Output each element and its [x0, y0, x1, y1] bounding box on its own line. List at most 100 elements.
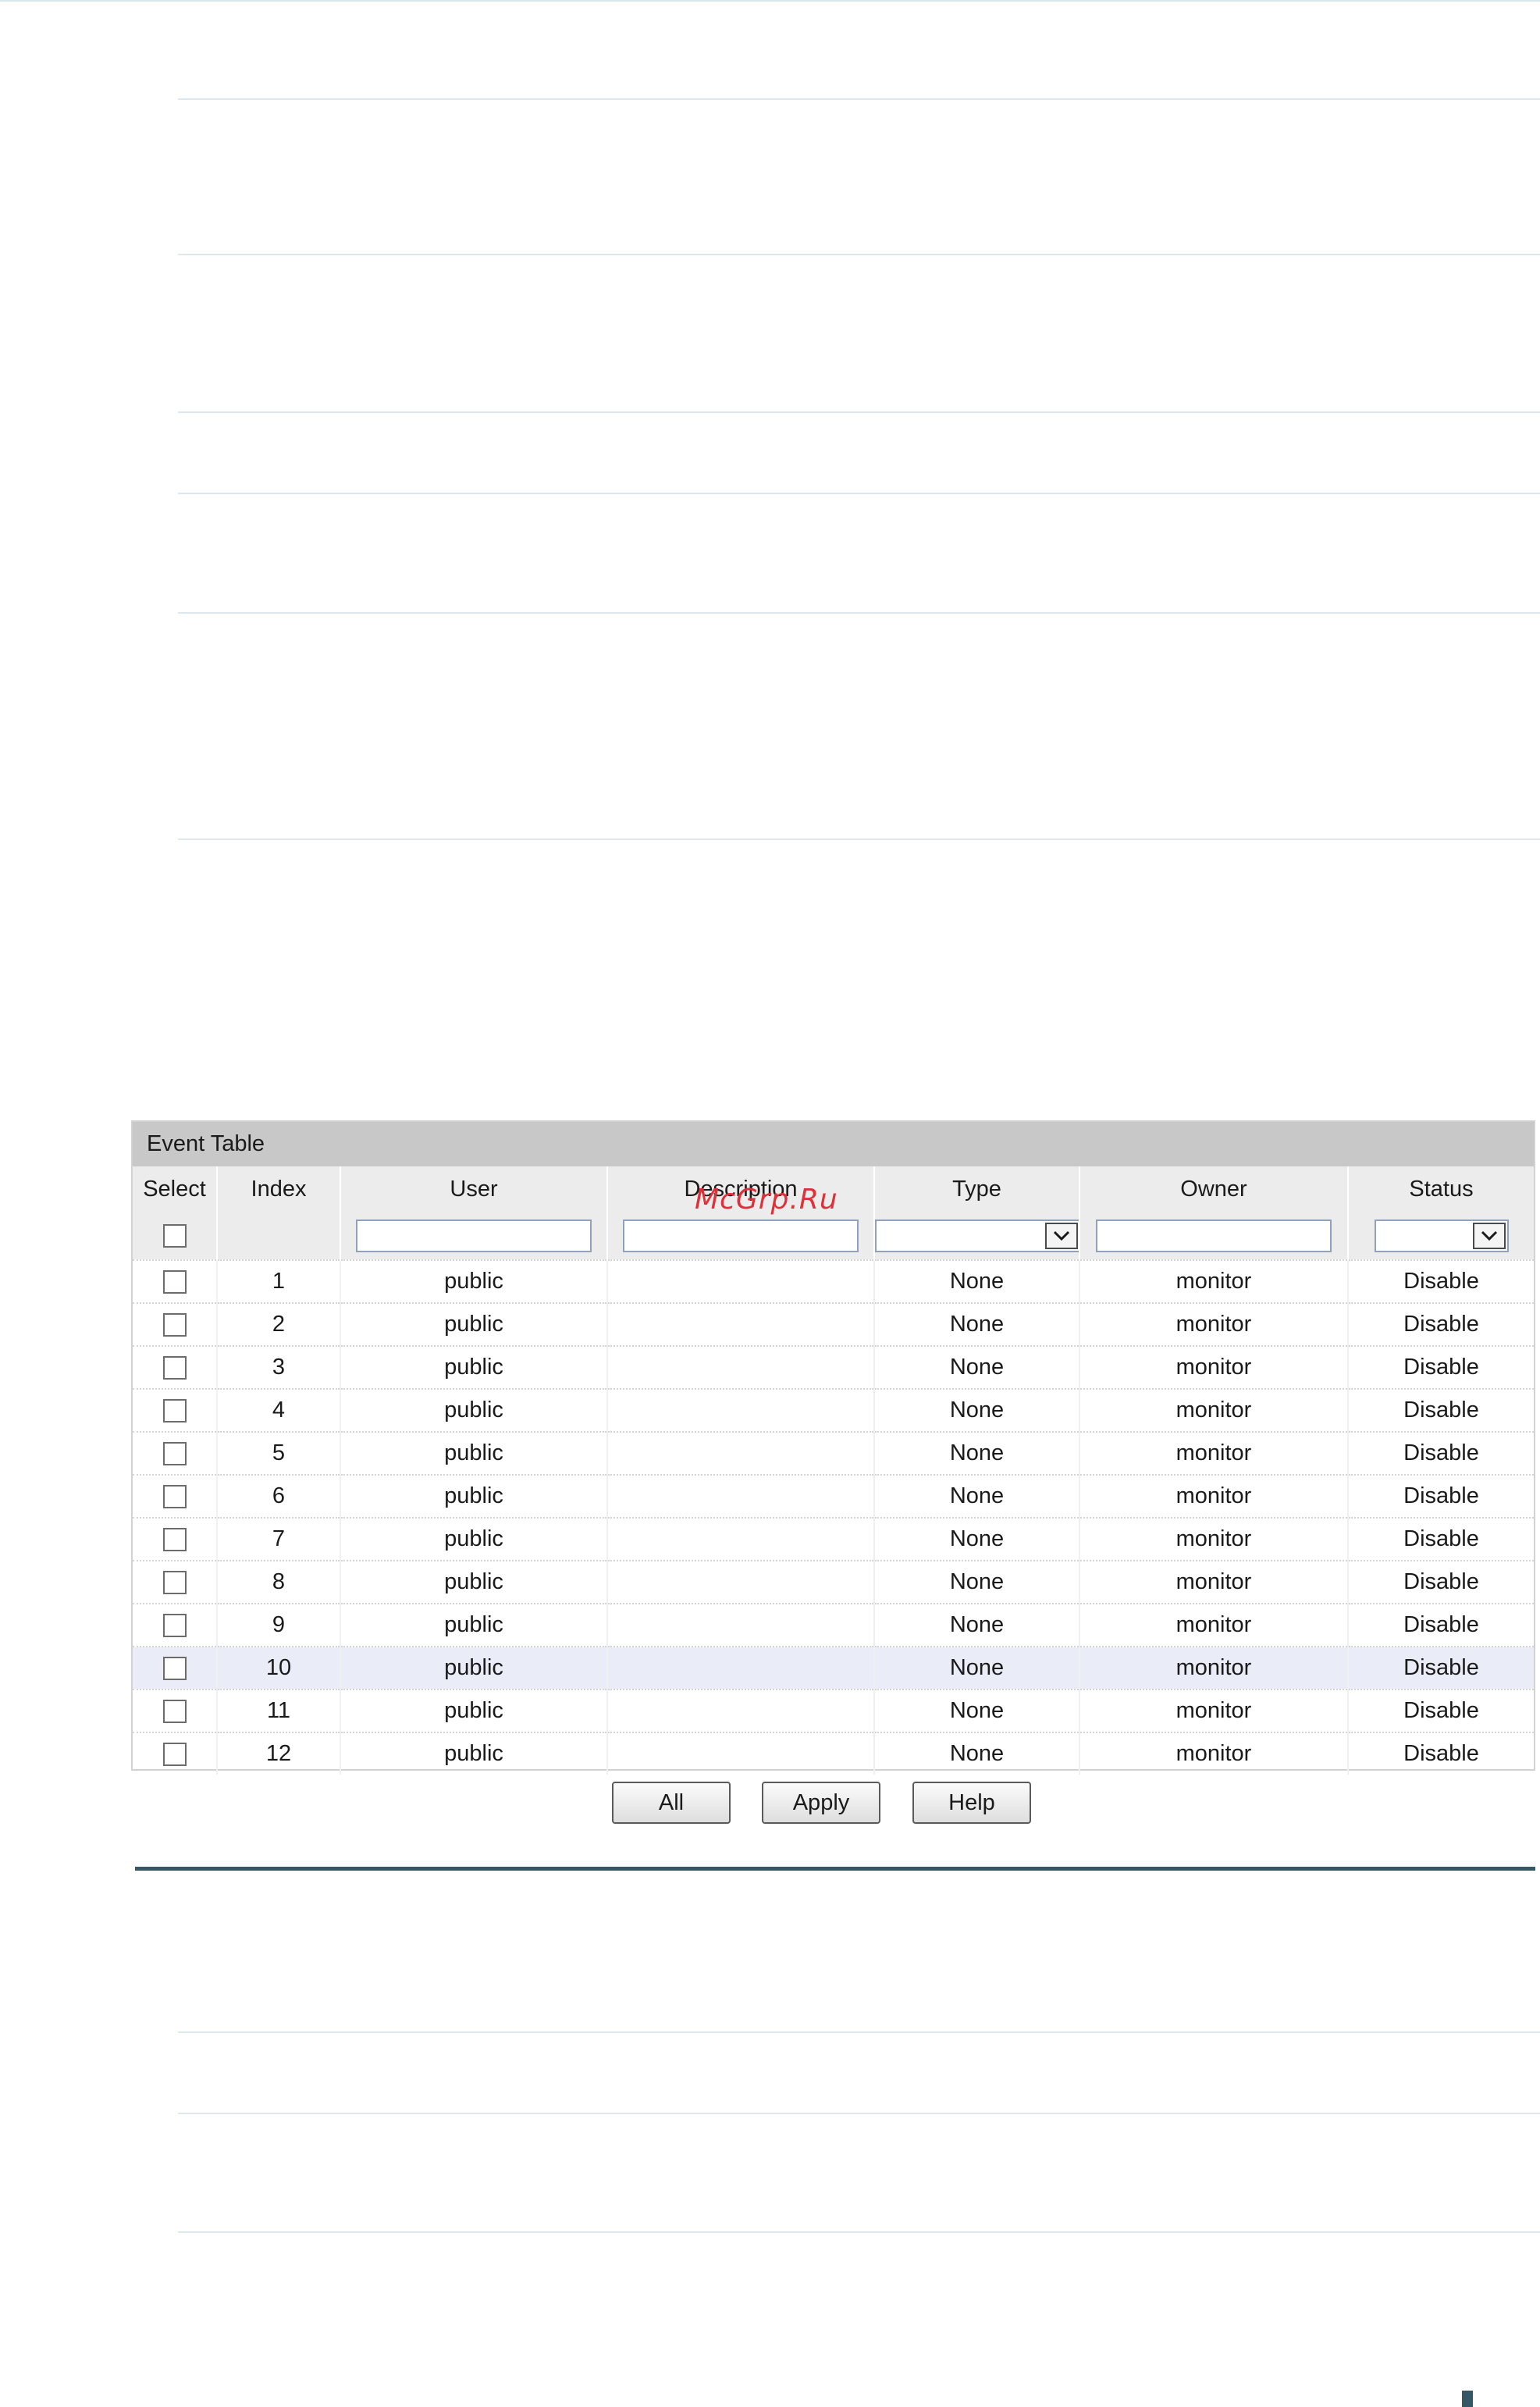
guide-line	[178, 98, 1540, 100]
button-row: All Apply Help	[0, 1782, 1540, 1828]
table-row: 4 public None monitor Disable	[133, 1388, 1534, 1432]
cell-type: None	[873, 1689, 1079, 1732]
row-select-checkbox[interactable]	[162, 1571, 187, 1595]
row-select-checkbox[interactable]	[162, 1356, 187, 1380]
cell-status: Disable	[1347, 1517, 1534, 1561]
guide-line	[178, 2031, 1540, 2033]
user-filter-input[interactable]	[356, 1219, 592, 1252]
page-corner-mark	[1462, 2391, 1473, 2407]
cell-owner: monitor	[1079, 1517, 1348, 1561]
row-select-checkbox[interactable]	[162, 1313, 187, 1337]
cell-description	[606, 1388, 874, 1432]
cell-owner: monitor	[1079, 1431, 1348, 1475]
table-row: 3 public None monitor Disable	[133, 1345, 1534, 1389]
help-button[interactable]: Help	[912, 1782, 1031, 1824]
panel-title: Event Table	[133, 1122, 1534, 1166]
cell-index: 4	[216, 1388, 340, 1432]
cell-index: 3	[216, 1345, 340, 1389]
cell-owner: monitor	[1079, 1345, 1348, 1389]
apply-button[interactable]: Apply	[762, 1782, 880, 1824]
cell-type: None	[873, 1345, 1079, 1389]
cell-status: Disable	[1347, 1732, 1534, 1775]
cell-status: Disable	[1347, 1646, 1534, 1690]
table-row: 2 public None monitor Disable	[133, 1302, 1534, 1346]
cell-description	[606, 1646, 874, 1690]
table-row: 5 public None monitor Disable	[133, 1431, 1534, 1475]
cell-description	[606, 1259, 874, 1303]
owner-filter-input[interactable]	[1096, 1219, 1332, 1252]
cell-index: 7	[216, 1517, 340, 1561]
guide-line	[178, 254, 1540, 255]
cell-index: 10	[216, 1646, 340, 1690]
table-row: 11 public None monitor Disable	[133, 1689, 1534, 1732]
cell-description	[606, 1474, 874, 1518]
table-row: 7 public None monitor Disable	[133, 1517, 1534, 1561]
cell-owner: monitor	[1079, 1646, 1348, 1690]
event-table: Select Index User Description Type Owner…	[133, 1166, 1534, 1775]
row-select-checkbox[interactable]	[162, 1485, 187, 1509]
cell-index: 1	[216, 1259, 340, 1303]
description-filter-input[interactable]	[623, 1219, 859, 1252]
table-row: 1 public None monitor Disable	[133, 1259, 1534, 1303]
row-select-checkbox[interactable]	[162, 1442, 187, 1466]
row-select-checkbox[interactable]	[162, 1743, 187, 1767]
cell-type: None	[873, 1517, 1079, 1561]
cell-status: Disable	[1347, 1474, 1534, 1518]
table-row: 12 public None monitor Disable	[133, 1732, 1534, 1775]
column-header-select: Select	[133, 1166, 217, 1212]
cell-type: None	[873, 1560, 1079, 1604]
cell-owner: monitor	[1079, 1388, 1348, 1432]
cell-index: 2	[216, 1302, 340, 1346]
type-filter-select[interactable]	[876, 1219, 1079, 1252]
chevron-down-icon[interactable]	[1045, 1222, 1078, 1249]
row-select-checkbox[interactable]	[162, 1614, 187, 1638]
cell-index: 8	[216, 1560, 340, 1604]
cell-user: public	[340, 1560, 607, 1604]
cell-owner: monitor	[1079, 1732, 1348, 1775]
column-header-type: Type	[873, 1166, 1079, 1212]
cell-user: public	[340, 1517, 607, 1561]
cell-user: public	[340, 1603, 607, 1647]
column-header-index: Index	[216, 1166, 340, 1212]
table-row: 8 public None monitor Disable	[133, 1560, 1534, 1604]
table-row: 9 public None monitor Disable	[133, 1603, 1534, 1647]
cell-status: Disable	[1347, 1603, 1534, 1647]
guide-line	[178, 612, 1540, 614]
section-separator	[135, 1867, 1535, 1871]
cell-user: public	[340, 1431, 607, 1475]
cell-type: None	[873, 1259, 1079, 1303]
cell-description	[606, 1603, 874, 1647]
cell-owner: monitor	[1079, 1603, 1348, 1647]
row-select-checkbox[interactable]	[162, 1657, 187, 1681]
cell-index: 11	[216, 1689, 340, 1732]
cell-status: Disable	[1347, 1302, 1534, 1346]
cell-status: Disable	[1347, 1259, 1534, 1303]
row-select-checkbox[interactable]	[162, 1700, 187, 1724]
column-header-status: Status	[1347, 1166, 1534, 1212]
column-header-owner: Owner	[1079, 1166, 1348, 1212]
cell-type: None	[873, 1474, 1079, 1518]
cell-status: Disable	[1347, 1689, 1534, 1732]
cell-status: Disable	[1347, 1560, 1534, 1604]
cell-description	[606, 1560, 874, 1604]
watermark: McGrp.Ru	[695, 1184, 838, 1216]
chevron-down-icon[interactable]	[1472, 1222, 1506, 1249]
cell-description	[606, 1431, 874, 1475]
row-select-checkbox[interactable]	[162, 1528, 187, 1552]
filter-row	[133, 1212, 1534, 1260]
row-select-checkbox[interactable]	[162, 1399, 187, 1423]
table-row: 10 public None monitor Disable	[133, 1646, 1534, 1690]
guide-line	[178, 2113, 1540, 2114]
select-all-checkbox[interactable]	[162, 1224, 187, 1248]
guide-line	[178, 411, 1540, 413]
cell-user: public	[340, 1689, 607, 1732]
row-select-checkbox[interactable]	[162, 1270, 187, 1294]
cell-owner: monitor	[1079, 1474, 1348, 1518]
cell-status: Disable	[1347, 1345, 1534, 1389]
cell-type: None	[873, 1646, 1079, 1690]
status-filter-select[interactable]	[1374, 1219, 1509, 1252]
all-button[interactable]: All	[612, 1782, 731, 1824]
cell-type: None	[873, 1732, 1079, 1775]
top-rule	[0, 0, 1540, 2]
cell-index: 6	[216, 1474, 340, 1518]
